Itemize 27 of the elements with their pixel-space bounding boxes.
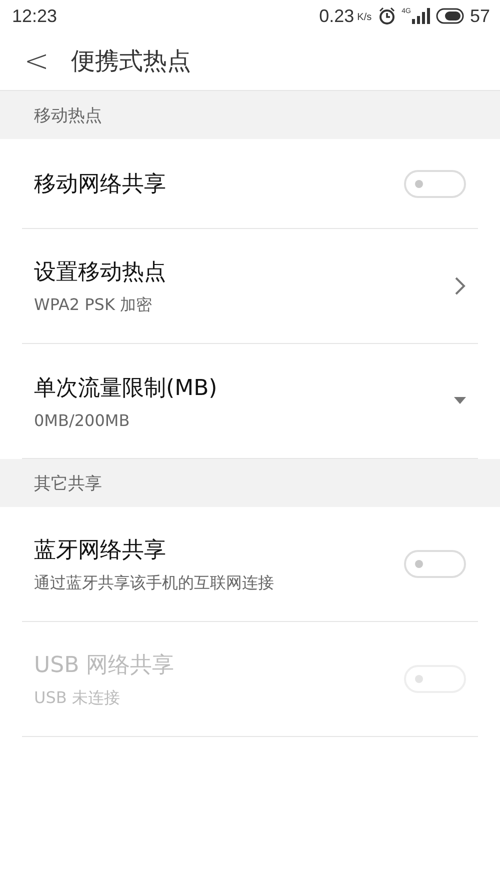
settings-row[interactable]: 蓝牙网络共享 通过蓝牙共享该手机的互联网连接 — [22, 507, 478, 622]
setting-summary: 通过蓝牙共享该手机的互联网连接 — [34, 572, 274, 594]
toggle-switch[interactable] — [404, 170, 466, 198]
setting-label: 移动网络共享 — [34, 170, 166, 198]
clock-time: 12:23 — [12, 6, 58, 26]
speed-unit: K/s — [357, 12, 372, 22]
toggle-switch[interactable] — [404, 550, 466, 578]
setting-label: 蓝牙网络共享 — [34, 536, 167, 564]
setting-label: 设置移动热点 — [34, 258, 166, 286]
section-header: 其它共享 — [0, 459, 500, 507]
setting-label: 单次流量限制(MB) — [34, 374, 218, 402]
battery-level: 57 — [470, 6, 490, 26]
network-speed: 0.23 — [319, 6, 354, 26]
settings-row[interactable]: 设置移动热点 WPA2 PSK 加密 — [22, 229, 478, 344]
setting-summary: 0MB/200MB — [34, 410, 131, 430]
setting-summary: WPA2 PSK 加密 — [34, 294, 154, 316]
setting-summary: USB 未连接 — [34, 688, 121, 708]
back-button[interactable]: < — [24, 44, 50, 78]
page-title: 便携式热点 — [71, 46, 192, 77]
dropdown-arrow-icon — [454, 397, 466, 405]
setting-label: USB 网络共享 — [34, 652, 174, 680]
signal-icon — [412, 8, 430, 24]
alarm-icon — [378, 7, 396, 25]
section-header: 移动热点 — [0, 91, 500, 139]
chevron-right-icon — [454, 276, 466, 296]
settings-row[interactable]: 移动网络共享 — [22, 139, 478, 229]
battery-icon — [436, 8, 464, 24]
